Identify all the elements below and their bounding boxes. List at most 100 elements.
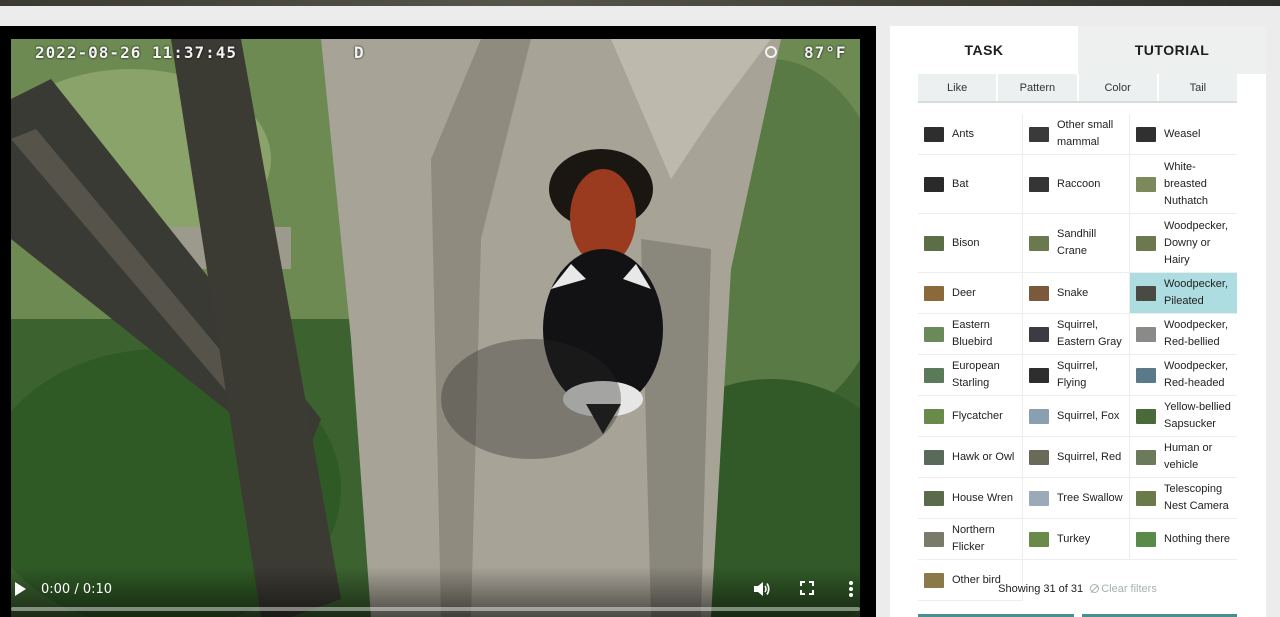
choice-label: Squirrel, Fox: [1057, 409, 1120, 422]
page-stage: 2022-08-26 11:37:45 D 87°F 0:00 / 0:10 T…: [0, 6, 1280, 617]
choice-label: Weasel: [1164, 127, 1201, 140]
choice-other-small-mammal[interactable]: Other small mammal: [1023, 114, 1130, 155]
choice-european-starling[interactable]: European Starling: [918, 355, 1023, 396]
choice-label: Squirrel, Red: [1057, 450, 1122, 463]
choice-label: Eastern Bluebird: [952, 319, 993, 348]
choice-house-wren[interactable]: House Wren: [918, 478, 1023, 519]
choice-weasel[interactable]: Weasel: [1130, 114, 1237, 155]
choice-squirrel-red[interactable]: Squirrel, Red: [1023, 437, 1130, 478]
choice-thumbnail-icon: [924, 449, 944, 465]
choice-flycatcher[interactable]: Flycatcher: [918, 396, 1023, 437]
choice-label: Telescoping Nest Camera: [1164, 483, 1229, 512]
more-vertical-icon: [849, 581, 853, 597]
choice-thumbnail-icon: [1136, 367, 1156, 383]
choice-thumbnail-icon: [924, 531, 944, 547]
filter-like[interactable]: Like: [918, 74, 999, 101]
tab-task[interactable]: TASK: [890, 26, 1078, 74]
task-panel: TASK TUTORIAL Like Pattern Color Tail An…: [890, 26, 1266, 617]
choice-label: House Wren: [952, 491, 1013, 504]
osd-timestamp: 2022-08-26 11:37:45: [35, 43, 238, 62]
choice-label: Yellow-bellied Sapsucker: [1164, 401, 1231, 430]
choice-thumbnail-icon: [1136, 285, 1156, 301]
choice-label: Hawk or Owl: [952, 450, 1015, 463]
choice-hawk-or-owl[interactable]: Hawk or Owl: [918, 437, 1023, 478]
choice-bat[interactable]: Bat: [918, 155, 1023, 214]
choice-squirrel-flying[interactable]: Squirrel, Flying: [1023, 355, 1130, 396]
choice-turkey[interactable]: Turkey: [1023, 519, 1130, 560]
fullscreen-button[interactable]: [800, 581, 814, 595]
filter-bar: Like Pattern Color Tail: [918, 74, 1237, 103]
choice-woodpecker-pileated[interactable]: Woodpecker, Pileated: [1130, 273, 1237, 314]
video-progress-bar[interactable]: [11, 607, 860, 611]
more-options-button[interactable]: [845, 579, 857, 599]
choice-thumbnail-icon: [1136, 531, 1156, 547]
choice-thumbnail-icon: [1136, 176, 1156, 192]
choice-label: Other small mammal: [1057, 119, 1114, 148]
choice-thumbnail-icon: [924, 367, 944, 383]
showing-count: Showing 31 of 31: [998, 583, 1084, 595]
choice-tree-swallow[interactable]: Tree Swallow: [1023, 478, 1130, 519]
choice-label: Woodpecker, Red-bellied: [1164, 319, 1229, 348]
filter-tail[interactable]: Tail: [1159, 74, 1237, 101]
choice-white-breasted-nuthatch[interactable]: White-breasted Nuthatch: [1130, 155, 1237, 214]
choice-woodpecker-red-headed[interactable]: Woodpecker, Red-headed: [1130, 355, 1237, 396]
choice-thumbnail-icon: [924, 126, 944, 142]
choice-label: Snake: [1057, 286, 1089, 299]
choice-raccoon[interactable]: Raccoon: [1023, 155, 1130, 214]
choice-thumbnail-icon: [1029, 408, 1049, 424]
volume-icon: [754, 582, 770, 596]
time-display: 0:00 / 0:10: [41, 582, 113, 597]
choice-thumbnail-icon: [924, 285, 944, 301]
choice-squirrel-eastern-gray[interactable]: Squirrel, Eastern Gray: [1023, 314, 1130, 355]
choice-label: Deer: [952, 286, 976, 299]
choice-label: Tree Swallow: [1057, 491, 1123, 504]
choice-eastern-bluebird[interactable]: Eastern Bluebird: [918, 314, 1023, 355]
choice-squirrel-fox[interactable]: Squirrel, Fox: [1023, 396, 1130, 437]
choice-ants[interactable]: Ants: [918, 114, 1023, 155]
choice-thumbnail-icon: [1029, 235, 1049, 251]
choice-telescoping-nest-camera[interactable]: Telescoping Nest Camera: [1130, 478, 1237, 519]
choice-label: Northern Flicker: [952, 524, 995, 553]
choice-nothing-there[interactable]: Nothing there: [1130, 519, 1237, 560]
choice-thumbnail-icon: [1029, 531, 1049, 547]
choice-thumbnail-icon: [1029, 326, 1049, 342]
choice-woodpecker-red-bellied[interactable]: Woodpecker, Red-bellied: [1130, 314, 1237, 355]
choice-label: Squirrel, Eastern Gray: [1057, 319, 1122, 348]
results-footer: Showing 31 of 31 Clear filters: [918, 583, 1237, 595]
choice-woodpecker-downy-or-hairy[interactable]: Woodpecker, Downy or Hairy: [1130, 214, 1237, 273]
choice-bison[interactable]: Bison: [918, 214, 1023, 273]
choice-northern-flicker[interactable]: Northern Flicker: [918, 519, 1023, 560]
choice-label: European Starling: [952, 360, 1000, 389]
video-controls: 0:00 / 0:10: [0, 567, 876, 617]
choice-thumbnail-icon: [1029, 176, 1049, 192]
tab-tutorial[interactable]: TUTORIAL: [1078, 26, 1266, 74]
clear-filters-link[interactable]: Clear filters: [1090, 583, 1157, 595]
choice-thumbnail-icon: [1029, 285, 1049, 301]
filter-pattern[interactable]: Pattern: [998, 74, 1079, 101]
choice-thumbnail-icon: [1136, 235, 1156, 251]
video-player[interactable]: 2022-08-26 11:37:45 D 87°F 0:00 / 0:10: [0, 26, 876, 617]
choice-yellow-bellied-sapsucker[interactable]: Yellow-bellied Sapsucker: [1130, 396, 1237, 437]
choice-deer[interactable]: Deer: [918, 273, 1023, 314]
choice-thumbnail-icon: [1136, 408, 1156, 424]
filter-color[interactable]: Color: [1079, 74, 1159, 101]
species-choice-grid: Ants Other small mammal Weasel Bat Raccoon Wh…: [918, 114, 1237, 601]
choice-label: Woodpecker, Downy or Hairy: [1164, 219, 1229, 266]
choice-label: Woodpecker, Red-headed: [1164, 360, 1229, 389]
choice-label: Woodpecker, Pileated: [1164, 278, 1229, 307]
choice-label: Bison: [952, 236, 980, 249]
choice-thumbnail-icon: [1136, 126, 1156, 142]
choice-snake[interactable]: Snake: [1023, 273, 1130, 314]
volume-button[interactable]: [753, 580, 771, 598]
osd-mode: D: [354, 43, 365, 62]
choice-human-or-vehicle[interactable]: Human or vehicle: [1130, 437, 1237, 478]
choice-label: Human or vehicle: [1164, 442, 1213, 471]
choice-thumbnail-icon: [924, 408, 944, 424]
fullscreen-icon: [800, 581, 814, 595]
clear-filters-label: Clear filters: [1101, 583, 1157, 595]
choice-sandhill-crane[interactable]: Sandhill Crane: [1023, 214, 1130, 273]
play-button[interactable]: [13, 581, 27, 597]
choice-thumbnail-icon: [1029, 367, 1049, 383]
play-icon: [15, 582, 26, 596]
choice-thumbnail-icon: [1029, 126, 1049, 142]
